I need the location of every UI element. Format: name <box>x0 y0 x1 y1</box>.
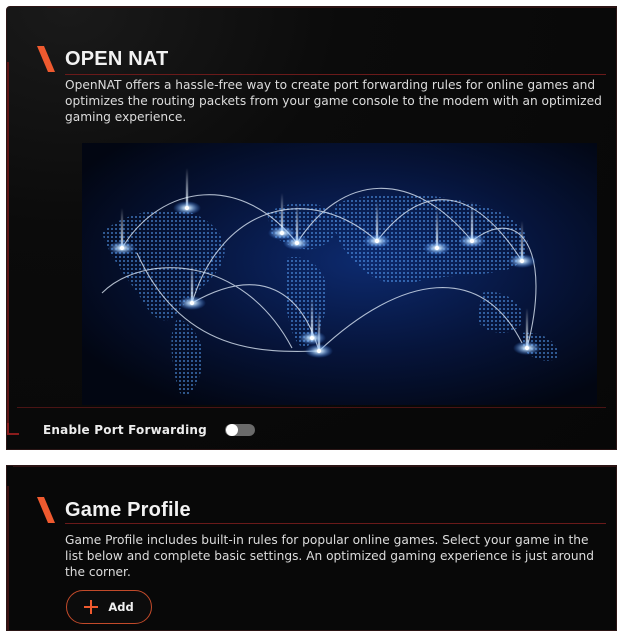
toggle-knob <box>225 424 238 436</box>
panel-top-border <box>47 7 616 8</box>
section-title: Game Profile <box>65 498 191 521</box>
hub-dot <box>294 240 300 246</box>
port-forwarding-toggle[interactable] <box>224 424 255 436</box>
hub-dot <box>519 258 525 264</box>
port-forwarding-row: Enable Port Forwarding <box>43 421 255 439</box>
hub-dot <box>119 245 125 251</box>
hub-dot <box>469 238 475 244</box>
world-map-network-illustration <box>82 143 597 405</box>
open-nat-description: OpenNAT offers a hassle-free way to crea… <box>65 78 602 124</box>
hub-dot <box>434 245 440 251</box>
hub-dot <box>524 345 530 351</box>
game-profile-description: Game Profile includes built-in rules for… <box>65 533 595 579</box>
panel-side-border <box>7 62 19 435</box>
hub-dot <box>316 348 322 354</box>
orange-slash-icon <box>37 46 55 72</box>
section-divider <box>17 407 606 408</box>
port-forwarding-label: Enable Port Forwarding <box>43 423 207 437</box>
page: OPEN NAT OpenNAT offers a hassle-free wa… <box>0 0 621 631</box>
hub-dot <box>309 335 315 341</box>
panel-side-border <box>7 486 9 630</box>
hub-dot <box>189 300 195 306</box>
title-divider <box>65 523 606 524</box>
game-profile-panel: Game Profile Game Profile includes built… <box>6 465 617 631</box>
game-profile-header: Game Profile <box>37 496 191 524</box>
orange-slash-icon <box>37 497 55 523</box>
plus-icon <box>84 600 99 614</box>
title-divider <box>65 74 606 75</box>
open-nat-panel: OPEN NAT OpenNAT offers a hassle-free wa… <box>6 6 617 450</box>
add-button[interactable]: Add <box>66 590 152 624</box>
hub-dot <box>279 230 285 236</box>
hub-dot <box>184 205 190 211</box>
open-nat-header: OPEN NAT <box>37 45 168 73</box>
add-button-label: Add <box>108 600 134 614</box>
panel-top-border <box>13 466 616 467</box>
page-title: OPEN NAT <box>65 47 169 70</box>
hub-dot <box>374 238 380 244</box>
